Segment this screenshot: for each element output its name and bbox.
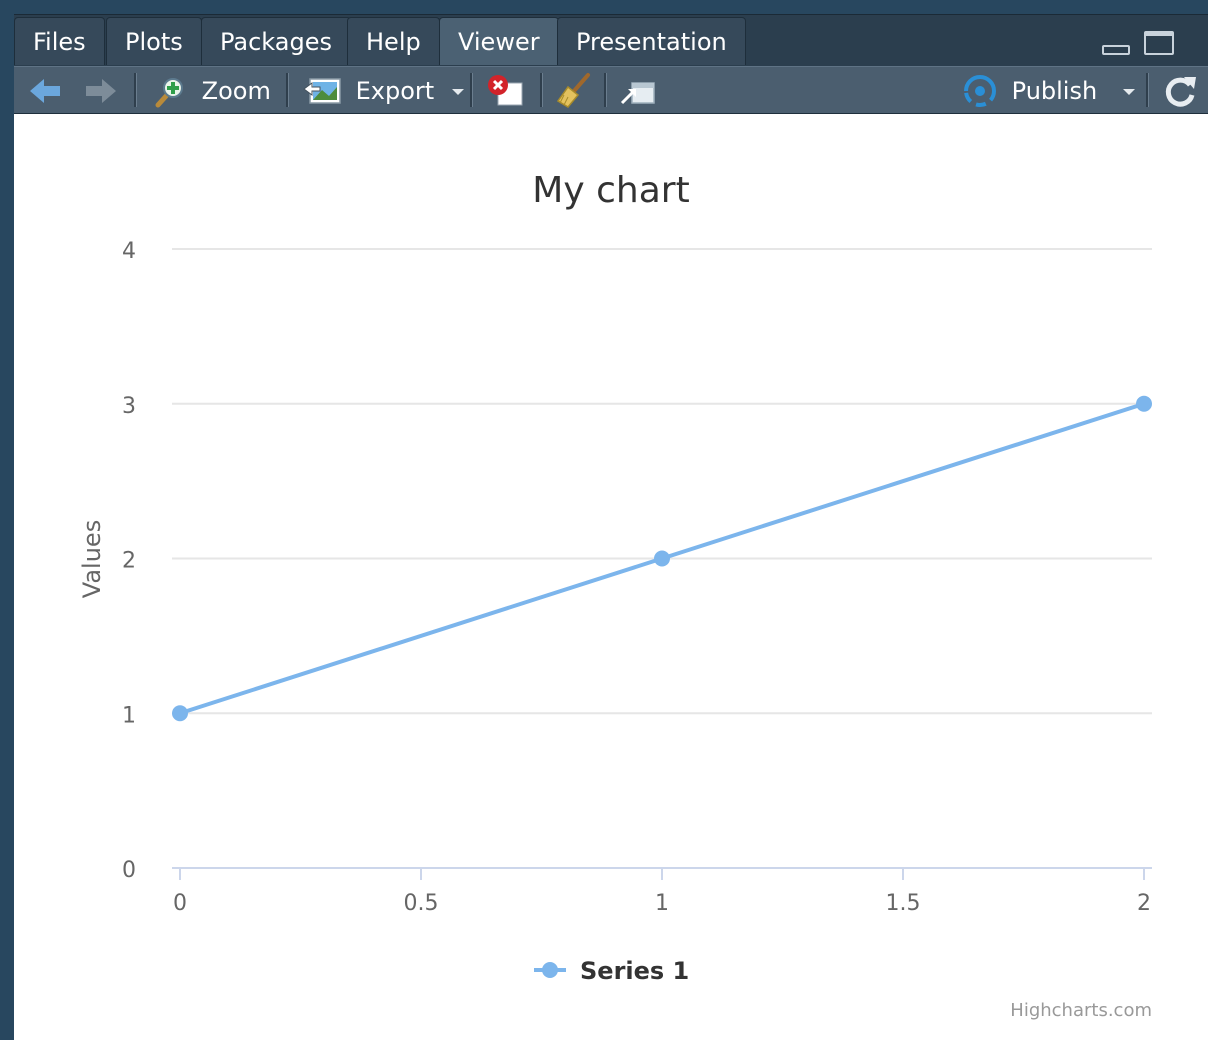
toolbar-separator — [286, 73, 289, 107]
minimize-pane-icon[interactable] — [1102, 45, 1130, 55]
window-controls — [1102, 29, 1192, 59]
x-tick-label: 0.5 — [404, 891, 439, 916]
y-axis-title: Values — [78, 520, 106, 598]
y-tick-label: 2 — [122, 549, 136, 574]
export-image-icon — [303, 78, 341, 104]
legend-item-label[interactable]: Series 1 — [580, 957, 689, 985]
chart-title: My chart — [532, 170, 689, 211]
export-button[interactable]: Export — [302, 71, 464, 111]
data-point[interactable] — [172, 705, 188, 722]
toolbar-separator — [604, 73, 607, 107]
viewer-toolbar: Zoom Export Publish — [14, 66, 1208, 114]
refresh-button[interactable] — [1160, 71, 1200, 111]
pane-tabstrip: Files Plots Packages Help Viewer Present… — [14, 14, 1208, 67]
export-label: Export — [355, 77, 435, 105]
data-point[interactable] — [1136, 395, 1152, 412]
clear-all-viewer-button[interactable] — [554, 71, 594, 111]
rstudio-pane: Files Plots Packages Help Viewer Present… — [0, 0, 1208, 1040]
tab-packages[interactable]: Packages — [201, 17, 351, 65]
x-tick-label: 2 — [1137, 891, 1151, 916]
zoom-magnifier-icon — [155, 78, 183, 108]
toolbar-separator — [470, 73, 473, 107]
y-tick-label: 3 — [122, 394, 136, 419]
highcharts-credits-link[interactable]: Highcharts.com — [1010, 1000, 1152, 1021]
y-tick-label: 1 — [122, 703, 136, 728]
export-dropdown-icon — [451, 89, 464, 95]
highcharts-chart: My chart Values 0 1 2 3 4 0 0.5 1 1.5 2 Series 1 — [78, 170, 1152, 985]
data-point[interactable] — [654, 550, 670, 567]
new-window-icon — [620, 82, 655, 105]
tab-presentation[interactable]: Presentation — [557, 17, 746, 65]
broom-icon — [556, 73, 590, 108]
y-tick-label: 0 — [122, 858, 136, 883]
publish-dropdown-icon — [1122, 89, 1135, 95]
show-in-new-window-button[interactable] — [618, 71, 658, 111]
back-button[interactable] — [28, 71, 62, 111]
zoom-button[interactable]: Zoom — [152, 71, 271, 111]
remove-close-icon — [488, 75, 523, 106]
x-tick-label: 1.5 — [886, 891, 921, 916]
arrow-left-icon — [30, 79, 60, 103]
toolbar-separator — [134, 73, 137, 107]
chart-axes: 0 1 2 3 4 0 0.5 1 1.5 2 — [122, 239, 1152, 916]
chart-legend[interactable]: Series 1 — [534, 957, 689, 985]
tab-viewer[interactable]: Viewer — [439, 17, 559, 65]
legend-symbol-marker[interactable] — [542, 962, 558, 978]
viewer-content: My chart Values 0 1 2 3 4 0 0.5 1 1.5 2 Series 1 … — [14, 114, 1208, 1040]
publish-label: Publish — [1011, 77, 1098, 105]
tab-help[interactable]: Help — [347, 17, 440, 65]
y-tick-label: 4 — [122, 239, 136, 264]
maximize-pane-icon[interactable] — [1144, 31, 1174, 55]
forward-button[interactable] — [84, 71, 118, 111]
toolbar-separator — [1146, 73, 1149, 107]
refresh-icon — [1165, 77, 1196, 107]
tab-plots[interactable]: Plots — [106, 17, 202, 65]
arrow-right-icon — [86, 79, 116, 103]
publish-button[interactable]: Publish — [960, 71, 1135, 111]
x-tick-label: 0 — [173, 891, 187, 916]
x-tick-label: 1 — [655, 891, 669, 916]
publish-icon — [964, 75, 996, 107]
tab-files[interactable]: Files — [14, 17, 105, 65]
zoom-label: Zoom — [201, 77, 271, 105]
chart-gridlines — [172, 248, 1152, 715]
remove-viewer-button[interactable] — [486, 71, 526, 111]
toolbar-separator — [540, 73, 543, 107]
